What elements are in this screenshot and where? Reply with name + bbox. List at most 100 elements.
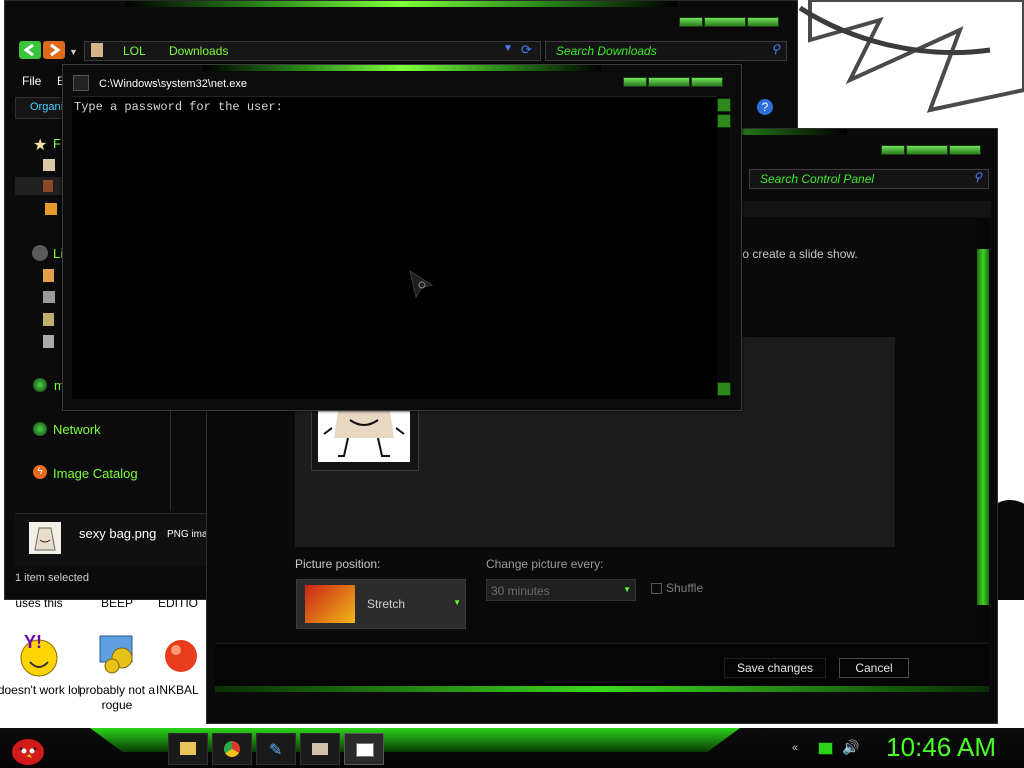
cmd-maximize-button[interactable] <box>648 77 690 87</box>
cp-scrollbar[interactable] <box>976 219 990 641</box>
cmd-window: C:\Windows\system32\net.exe Type a passw… <box>62 64 742 411</box>
explorer-icon <box>180 742 196 755</box>
desktop-icon-small[interactable] <box>43 159 55 171</box>
sidebar-favorites[interactable]: F <box>53 136 61 151</box>
libraries-icon <box>32 245 48 261</box>
position-dropdown-icon: ▼ <box>453 598 461 607</box>
explorer-search-input[interactable]: Search Downloads ⚲ <box>545 41 787 61</box>
search-icon: ⚲ <box>771 42 780 56</box>
sidebar-image-catalog[interactable]: Image Catalog <box>53 466 138 481</box>
help-icon[interactable]: ? <box>757 99 773 115</box>
details-pane: sexy bag.png PNG ima <box>15 513 215 566</box>
sidebar-selected-item[interactable] <box>15 177 65 195</box>
svg-text:Y!: Y! <box>24 632 42 652</box>
change-every-label: Change picture every: <box>486 557 604 571</box>
shuffle-label: Shuffle <box>666 581 704 595</box>
picture-position-label: Picture position: <box>295 557 381 571</box>
cursor-icon <box>409 269 434 299</box>
cmd-close-button[interactable] <box>691 77 723 87</box>
shuffle-checkbox[interactable] <box>651 583 662 594</box>
save-changes-button[interactable]: Save changes <box>724 658 826 678</box>
status-bar: 1 item selected <box>15 572 89 584</box>
recent-places-icon[interactable] <box>45 203 57 215</box>
back-button[interactable] <box>19 41 41 59</box>
console-text: Type a password for the user: <box>74 100 283 114</box>
slideshow-hint: to create a slide show. <box>739 247 858 261</box>
inkball-icon <box>165 640 197 672</box>
picture-position-select[interactable]: Stretch ▼ <box>296 579 466 629</box>
cmd-scroll-thumb[interactable] <box>717 114 731 128</box>
bag-thumbnail-icon <box>34 527 56 551</box>
cmd-scrollbar[interactable] <box>717 96 731 398</box>
maximize-button[interactable] <box>704 17 746 27</box>
flower-thumbnail-icon <box>305 585 355 623</box>
cmd-title-glow <box>203 65 601 71</box>
change-every-select[interactable]: 30 minutes ▼ <box>486 579 636 601</box>
cp-maximize-button[interactable] <box>906 145 948 155</box>
cp-search-icon: ⚲ <box>973 170 982 184</box>
cp-scroll-thumb[interactable] <box>977 249 989 605</box>
volume-icon[interactable]: 🔊 <box>842 739 859 756</box>
mail-icon <box>312 743 328 755</box>
address-dropdown-icon[interactable]: ▼ <box>503 43 513 54</box>
folder-icon <box>91 43 103 57</box>
downloads-icon <box>43 180 53 192</box>
cp-window-controls <box>881 145 981 155</box>
taskbar-clock[interactable]: 10:46 AM <box>886 732 996 763</box>
recent-pages-chevron-icon[interactable]: ▼ <box>69 47 78 57</box>
scroll-up-button[interactable] <box>717 98 731 112</box>
cmd-window-controls <box>623 77 723 87</box>
console-output[interactable]: Type a password for the user: <box>72 96 717 399</box>
interval-dropdown-icon: ▼ <box>623 585 631 594</box>
pictures-icon[interactable] <box>43 313 54 326</box>
pane-divider <box>170 411 171 511</box>
gear-computer-icon <box>99 635 133 674</box>
scroll-down-button[interactable] <box>717 382 731 396</box>
taskbar-tool-button[interactable]: ✎ <box>256 733 296 765</box>
file-thumbnail <box>29 522 61 554</box>
lightning-icon: ϟ <box>33 465 47 479</box>
taskbar: ✎ « 🔊 <box>0 728 1024 768</box>
sidebar-network[interactable]: Network <box>53 422 101 437</box>
start-button-angry-bird-icon[interactable] <box>6 730 46 766</box>
cmd-title: C:\Windows\system32\net.exe <box>99 78 247 90</box>
yahoo-messenger-icon: Y! <box>20 632 58 677</box>
cp-minimize-button[interactable] <box>881 145 905 155</box>
star-icon: ★ <box>33 137 48 154</box>
cp-search-input[interactable]: Search Control Panel ⚲ <box>749 169 989 189</box>
file-type: PNG ima <box>167 529 208 540</box>
breadcrumb-downloads[interactable]: Downloads <box>169 44 228 58</box>
menu-file[interactable]: File <box>22 74 41 88</box>
desktop-icon-inkball[interactable]: INKBAL <box>156 630 206 698</box>
back-arrow-icon <box>23 43 34 57</box>
minimize-button[interactable] <box>679 17 703 27</box>
close-button[interactable] <box>747 17 779 27</box>
footer-glow <box>215 686 989 692</box>
tray-chevron-icon[interactable]: « <box>792 742 798 754</box>
window-controls <box>679 17 779 27</box>
taskbar-chrome-button[interactable] <box>212 733 252 765</box>
refresh-icon[interactable]: ⟳ <box>521 42 532 58</box>
homegroup-icon <box>33 378 47 392</box>
window-icon <box>356 743 374 757</box>
cmd-minimize-button[interactable] <box>623 77 647 87</box>
address-bar[interactable]: LOL Downloads ▼ ⟳ <box>84 41 541 61</box>
desktop-icon-rogue[interactable]: probably not a rogue <box>72 630 162 713</box>
breadcrumb-lol[interactable]: LOL <box>123 44 146 58</box>
cp-close-button[interactable] <box>949 145 981 155</box>
forward-button[interactable] <box>43 41 65 59</box>
cmd-app-icon <box>73 75 89 91</box>
taskbar-mail-button[interactable] <box>300 733 340 765</box>
taskbar-explorer-button[interactable] <box>168 733 208 765</box>
forward-arrow-icon <box>50 43 61 57</box>
taskbar-window-button[interactable] <box>344 733 384 765</box>
network-tray-icon[interactable] <box>818 742 833 755</box>
title-glow <box>125 1 677 7</box>
documents-icon[interactable] <box>43 269 54 282</box>
tool-icon: ✎ <box>269 742 283 759</box>
videos-icon[interactable] <box>43 335 54 348</box>
cancel-button[interactable]: Cancel <box>839 658 909 678</box>
chrome-icon <box>224 741 240 757</box>
music-icon[interactable] <box>43 291 55 303</box>
file-name: sexy bag.png <box>79 526 157 541</box>
